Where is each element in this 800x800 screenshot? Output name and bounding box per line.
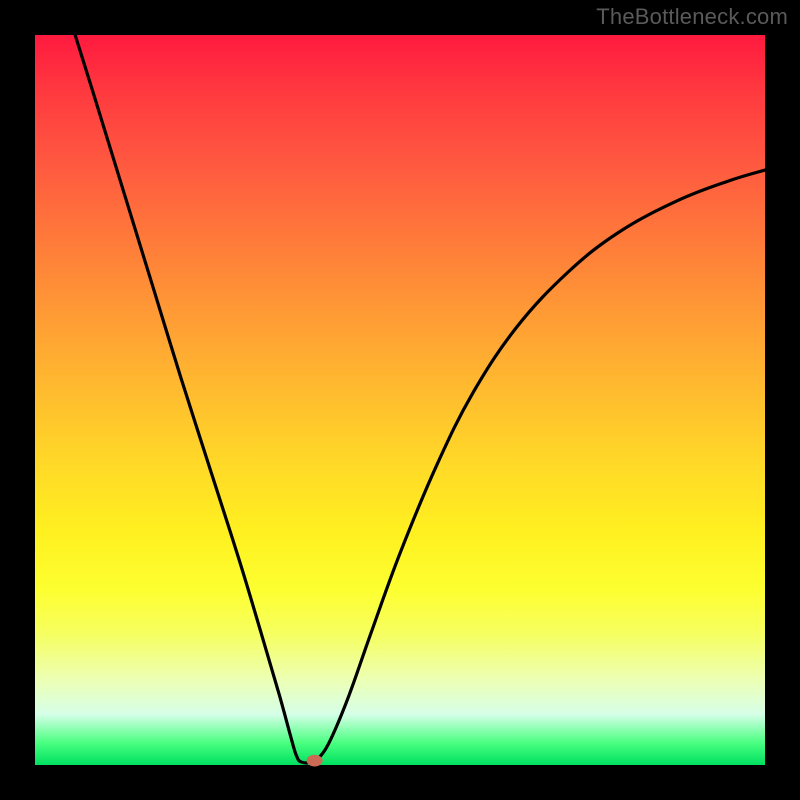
- watermark-text: TheBottleneck.com: [596, 4, 788, 30]
- chart-frame: TheBottleneck.com: [0, 0, 800, 800]
- curve-svg: [35, 35, 765, 765]
- bottleneck-curve: [75, 35, 765, 763]
- plot-area: [35, 35, 765, 765]
- minimum-marker: [307, 755, 323, 767]
